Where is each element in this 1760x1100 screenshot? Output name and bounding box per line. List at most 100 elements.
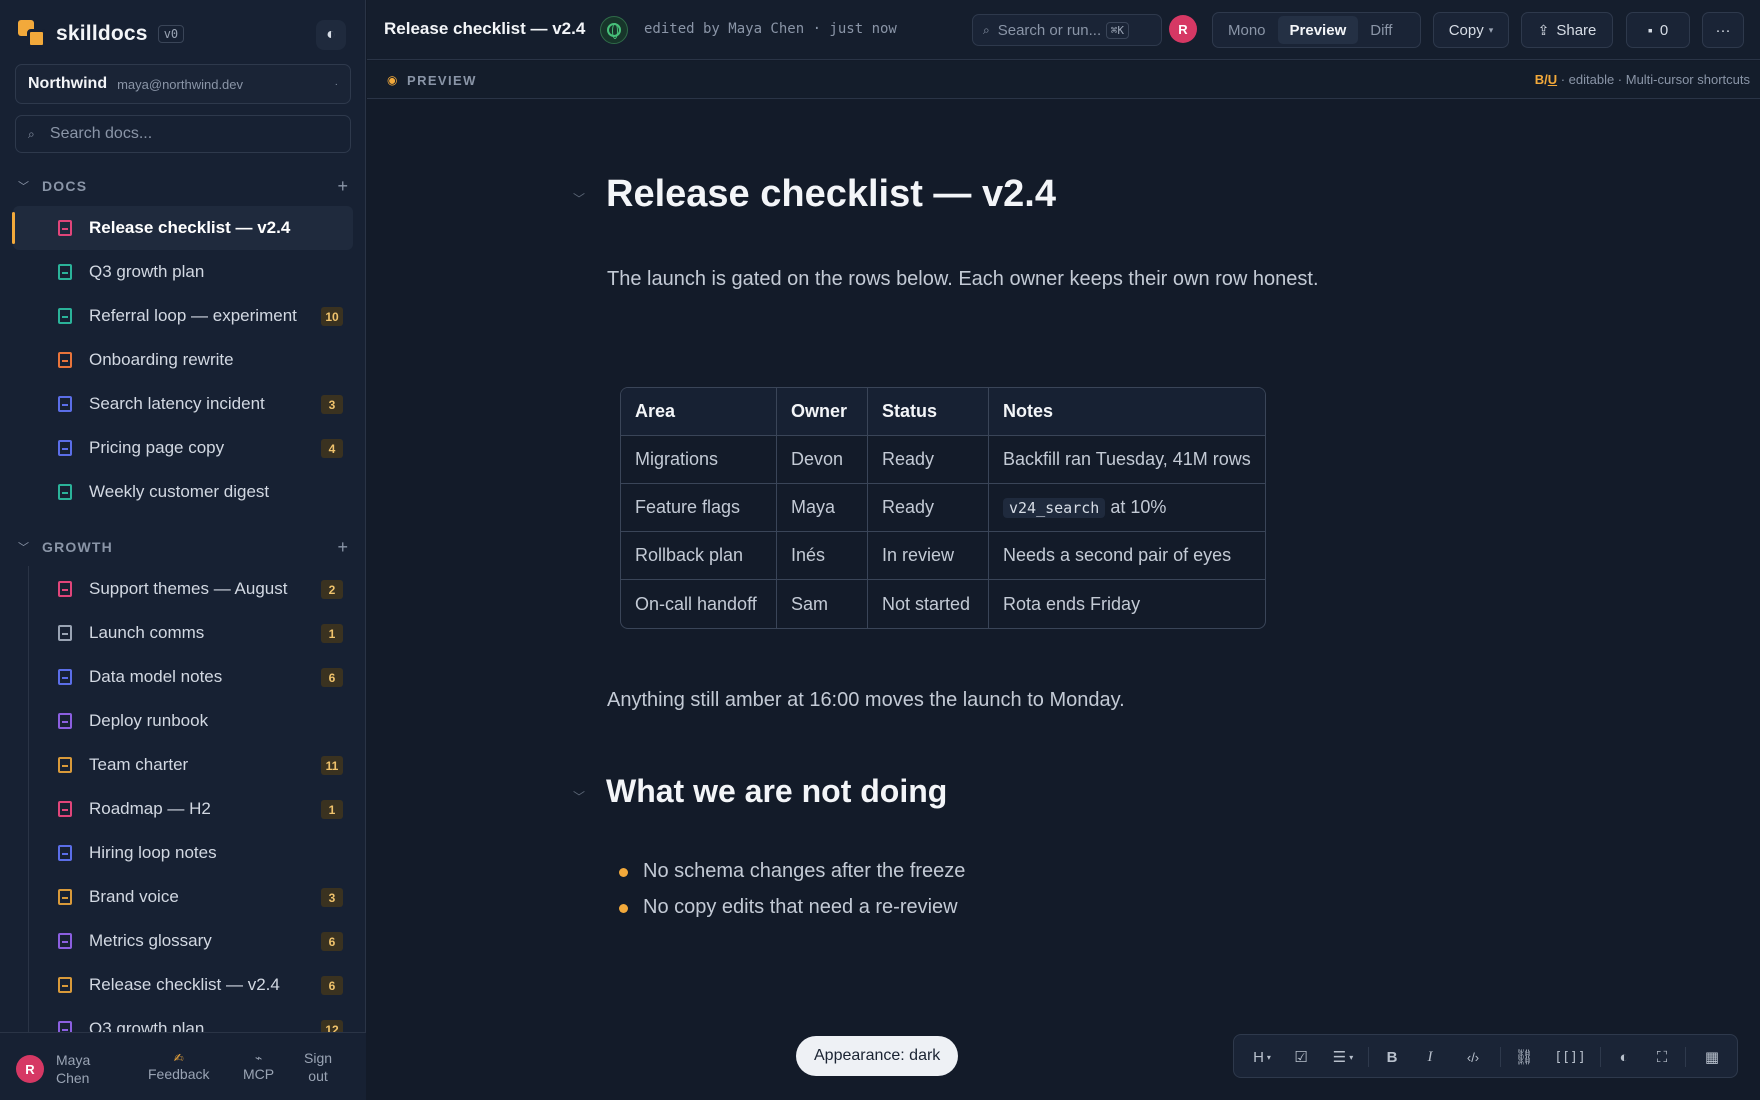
cell-area[interactable]: Migrations xyxy=(621,436,777,484)
avatar: R xyxy=(1169,15,1197,43)
contrast-button[interactable]: ◐ xyxy=(1612,1047,1636,1067)
collaborator-avatar[interactable]: R xyxy=(1169,15,1197,43)
theme-toggle-button[interactable]: ◐ xyxy=(316,20,346,50)
sidebar-item[interactable]: Onboarding rewrite xyxy=(13,338,353,382)
sidebar-item[interactable]: Q3 growth plan 12 xyxy=(13,1007,353,1032)
cell-owner[interactable]: Sam xyxy=(777,580,868,628)
sidebar-item[interactable]: Launch comms 1 xyxy=(13,611,353,655)
share-button[interactable]: ⇪ Share xyxy=(1521,12,1613,48)
table-header[interactable]: Owner xyxy=(777,388,868,436)
cell-notes[interactable]: v24_search at 10% xyxy=(989,484,1265,532)
sidebar-item[interactable]: Team charter 11 xyxy=(13,743,353,787)
cell-status[interactable]: Ready xyxy=(868,436,989,484)
user-menu[interactable]: R Maya Chen xyxy=(16,1051,102,1087)
list-item[interactable]: No schema changes after the freeze xyxy=(619,860,965,896)
edited-by-status: edited by Maya Chen · just now xyxy=(644,21,897,37)
add-doc-icon[interactable]: + xyxy=(337,537,348,558)
document-icon xyxy=(58,352,72,368)
collapse-heading-icon[interactable]: ﹀ xyxy=(573,190,585,207)
fullscreen-button[interactable]: ⛶ xyxy=(1650,1047,1674,1067)
mcp-button[interactable]: ⌁ MCP xyxy=(243,1049,274,1083)
cell-status[interactable]: Ready xyxy=(868,484,989,532)
cell-area[interactable]: Rollback plan xyxy=(621,532,777,580)
doc-heading-1[interactable]: Release checklist — v2.4 xyxy=(606,173,1056,216)
document-icon xyxy=(58,220,72,236)
view-mode-toggle: Mono Preview Diff xyxy=(1212,12,1421,48)
table-button[interactable]: ▦ xyxy=(1700,1047,1724,1067)
sidebar-item[interactable]: Release checklist — v2.4 6 xyxy=(13,963,353,1007)
view-mode-preview[interactable]: Preview xyxy=(1277,16,1359,44)
brand[interactable]: skilldocs v0 xyxy=(18,20,185,48)
cell-notes[interactable]: Backfill ran Tuesday, 41M rows xyxy=(989,436,1265,484)
list-item[interactable]: No copy edits that need a re-review xyxy=(619,896,965,932)
workspace-switcher[interactable]: Northwind maya@northwind.dev · xyxy=(15,64,351,104)
doc-paragraph[interactable]: Anything still amber at 16:00 moves the … xyxy=(607,689,1125,712)
cell-owner[interactable]: Devon xyxy=(777,436,868,484)
code-button[interactable]: ‹/› xyxy=(1455,1047,1491,1067)
sidebar-item[interactable]: Roadmap — H2 1 xyxy=(13,787,353,831)
add-doc-icon[interactable]: + xyxy=(337,176,348,197)
appearance-toast[interactable]: Appearance: dark xyxy=(796,1036,959,1076)
table-header[interactable]: Notes xyxy=(989,388,1265,436)
doc-heading-2[interactable]: What we are not doing xyxy=(606,773,947,810)
comment-count-badge: 11 xyxy=(321,756,343,775)
cell-owner[interactable]: Maya xyxy=(777,484,868,532)
sidebar-item[interactable]: Data model notes 6 xyxy=(13,655,353,699)
checkbox-button[interactable]: ☑ xyxy=(1289,1047,1313,1067)
hint-text: · editable · Multi-cursor shortcuts xyxy=(1557,72,1750,87)
docs-section-header[interactable]: ﹀ DOCS + xyxy=(18,175,348,197)
table-header[interactable]: Area xyxy=(621,388,777,436)
sidebar-item[interactable]: Weekly customer digest xyxy=(13,470,353,514)
cell-area[interactable]: On-call handoff xyxy=(621,580,777,628)
document-icon xyxy=(58,845,72,861)
table-header[interactable]: Status xyxy=(868,388,989,436)
doc-paragraph[interactable]: The launch is gated on the rows below. E… xyxy=(607,268,1319,291)
sidebar-item-label: Pricing page copy xyxy=(89,438,225,457)
growth-section-header[interactable]: ﹀ GROWTH + xyxy=(18,536,348,558)
comment-count-badge: 6 xyxy=(321,668,343,687)
user-name: Maya Chen xyxy=(56,1051,102,1087)
public-status-button[interactable] xyxy=(600,16,628,44)
comments-button[interactable]: ▪ 0 xyxy=(1626,12,1690,48)
view-mode-mono[interactable]: Mono xyxy=(1216,16,1278,44)
sidebar-item[interactable]: Deploy runbook xyxy=(13,699,353,743)
sidebar-item[interactable]: Metrics glossary 6 xyxy=(13,919,353,963)
sidebar-item[interactable]: Referral loop — experiment 10 xyxy=(13,294,353,338)
command-search-input[interactable] xyxy=(997,21,1102,39)
search-docs-input[interactable] xyxy=(49,125,338,143)
document-title[interactable]: Release checklist — v2.4 xyxy=(384,19,585,39)
sidebar-item[interactable]: Support themes — August 2 xyxy=(13,567,353,611)
cell-owner[interactable]: Inés xyxy=(777,532,868,580)
sidebar-item[interactable]: Pricing page copy 4 xyxy=(13,426,353,470)
list-button[interactable]: ☰ ▾ xyxy=(1326,1047,1360,1067)
bold-button[interactable]: B xyxy=(1380,1047,1404,1067)
cell-area[interactable]: Feature flags xyxy=(621,484,777,532)
italic-button[interactable]: I xyxy=(1418,1047,1442,1067)
sidebar-item[interactable]: Search latency incident 3 xyxy=(13,382,353,426)
sidebar-search[interactable]: ⌕ xyxy=(15,115,351,153)
cell-notes[interactable]: Rota ends Friday xyxy=(989,580,1265,628)
view-mode-diff[interactable]: Diff xyxy=(1358,16,1404,44)
sign-out-button[interactable]: Sign out xyxy=(304,1049,332,1085)
more-menu-button[interactable]: ··· xyxy=(1702,12,1744,48)
copy-button[interactable]: Copy ▾ xyxy=(1433,12,1509,48)
feedback-button[interactable]: ✍ Feedback xyxy=(148,1049,209,1083)
cell-status[interactable]: In review xyxy=(868,532,989,580)
document-preview: ﹀ Release checklist — v2.4 The launch is… xyxy=(367,100,1760,1100)
wikilink-button[interactable]: [[]] xyxy=(1550,1047,1590,1067)
link-button[interactable]: ⛓ xyxy=(1512,1047,1536,1067)
checklist-table: Area Owner Status Notes Migrations Devon… xyxy=(620,387,1266,629)
sidebar-item[interactable]: Q3 growth plan xyxy=(13,250,353,294)
workspace-email: maya@northwind.dev xyxy=(117,76,244,92)
chevron-down-icon: ﹀ xyxy=(18,542,29,554)
cell-status[interactable]: Not started xyxy=(868,580,989,628)
cell-notes[interactable]: Needs a second pair of eyes xyxy=(989,532,1265,580)
command-search[interactable]: ⌕ ⌘K xyxy=(972,14,1162,46)
skilldocs-logo xyxy=(18,20,46,48)
sidebar-item[interactable]: Release checklist — v2.4 xyxy=(12,206,353,250)
growth-list: Support themes — August 2 Launch comms 1 Dat… xyxy=(0,567,366,1032)
sidebar-item[interactable]: Hiring loop notes xyxy=(13,831,353,875)
sidebar-item[interactable]: Brand voice 3 xyxy=(13,875,353,919)
collapse-heading-icon[interactable]: ﹀ xyxy=(573,788,585,805)
heading-button[interactable]: H ▾ xyxy=(1248,1047,1276,1067)
